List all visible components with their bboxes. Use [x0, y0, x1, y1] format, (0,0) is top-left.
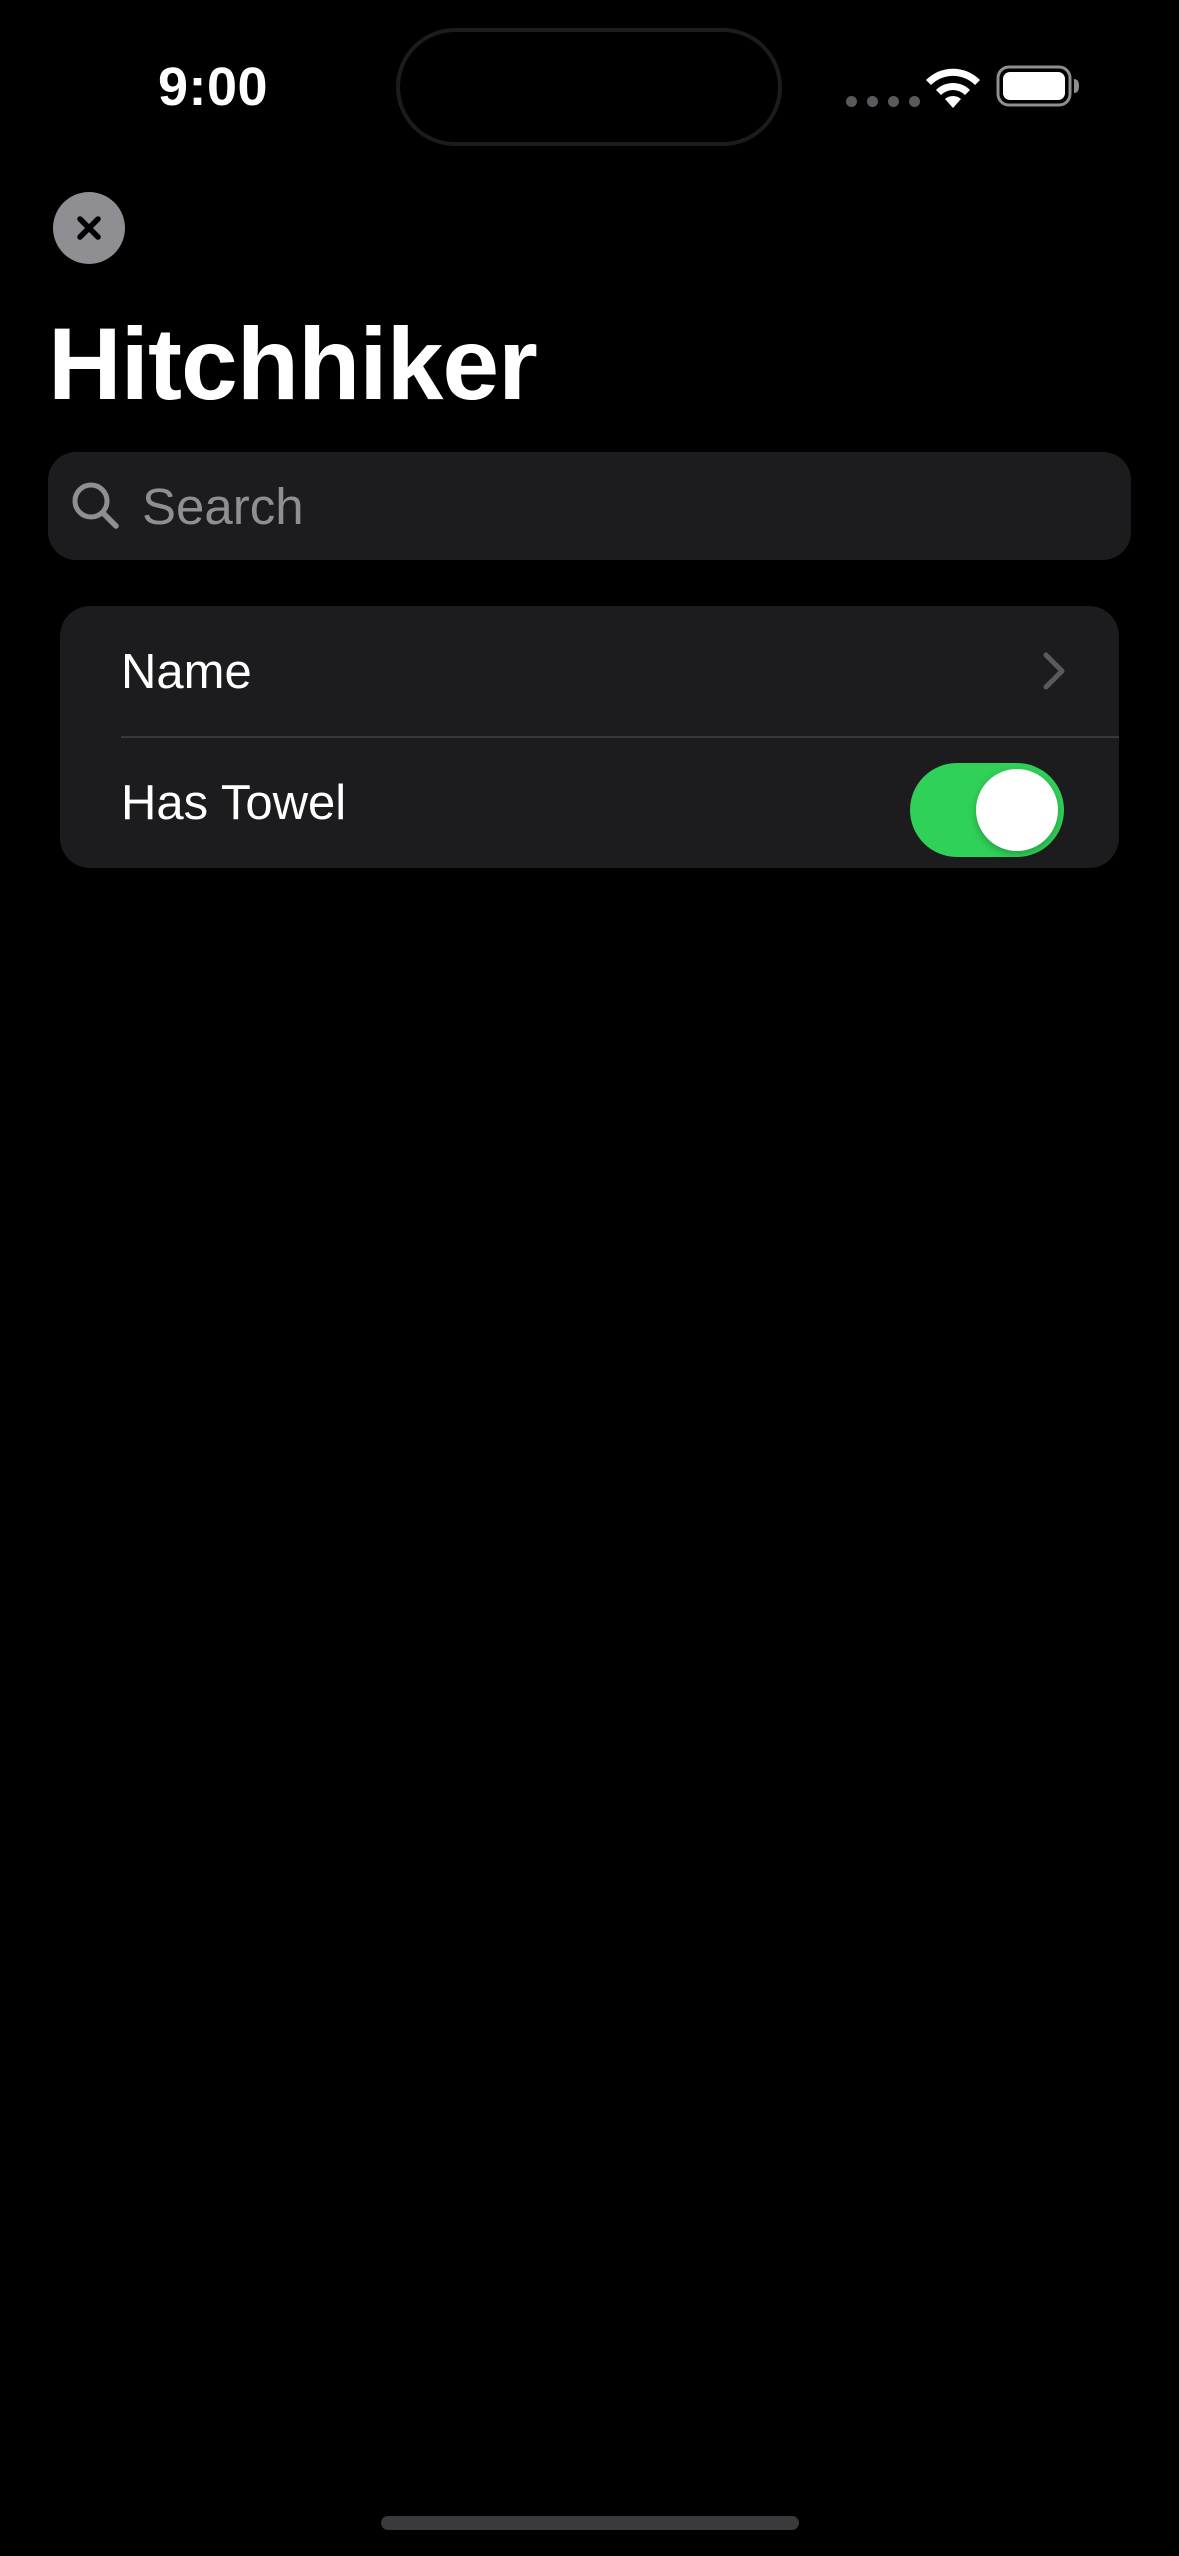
- name-row[interactable]: Name: [60, 606, 1119, 738]
- close-button[interactable]: [53, 192, 125, 264]
- search-icon: [72, 482, 119, 529]
- toggle-knob: [976, 769, 1058, 851]
- cellular-signal-icon: [846, 96, 920, 107]
- close-icon: [77, 216, 101, 240]
- home-indicator[interactable]: [381, 2516, 799, 2530]
- search-bar[interactable]: [48, 452, 1131, 560]
- dynamic-island: [396, 28, 782, 146]
- wifi-icon: [926, 68, 980, 108]
- name-label: Name: [121, 644, 252, 699]
- has-towel-label: Has Towel: [121, 775, 347, 830]
- battery-icon: [996, 65, 1079, 107]
- has-towel-row: Has Towel: [60, 737, 1119, 868]
- form-list: Name Has Towel: [60, 606, 1119, 868]
- search-input[interactable]: [142, 476, 1042, 536]
- chevron-right-icon: [1043, 652, 1065, 690]
- has-towel-toggle[interactable]: [910, 763, 1064, 857]
- page-title: Hitchhiker: [48, 307, 538, 421]
- status-time: 9:00: [158, 57, 269, 117]
